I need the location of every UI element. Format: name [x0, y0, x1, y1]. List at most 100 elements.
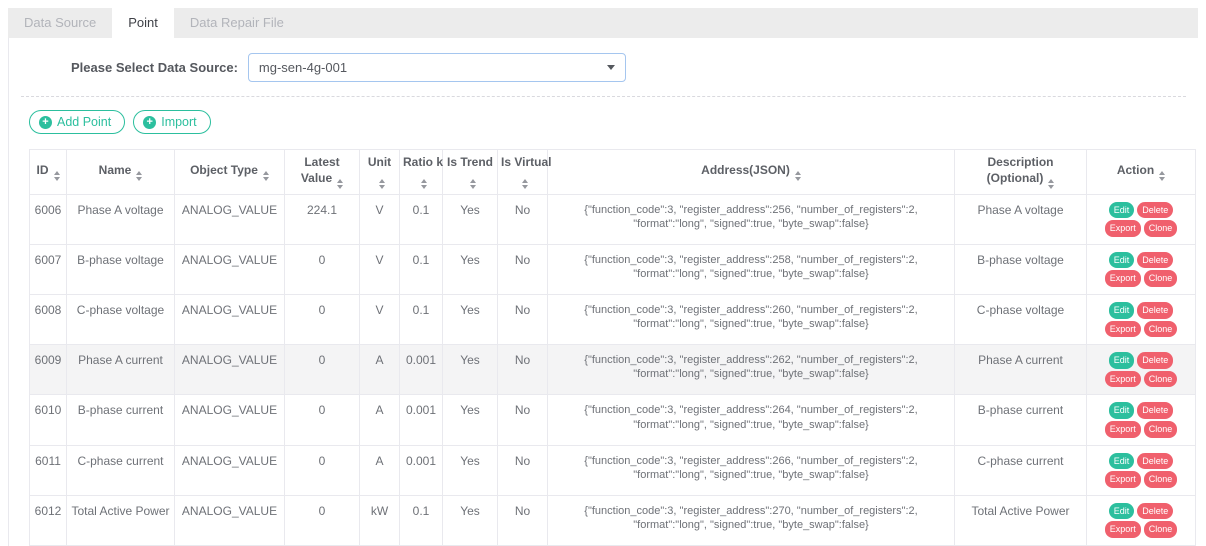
- delete-button[interactable]: Delete: [1137, 202, 1173, 219]
- delete-button[interactable]: Delete: [1137, 302, 1173, 319]
- delete-button[interactable]: Delete: [1137, 402, 1173, 419]
- column-header-unit[interactable]: Unit: [360, 150, 400, 195]
- cell-is-trend: Yes: [443, 395, 498, 445]
- cell-description: B-phase voltage: [955, 244, 1087, 294]
- delete-button[interactable]: Delete: [1137, 453, 1173, 470]
- export-button[interactable]: Export: [1105, 471, 1141, 488]
- cell-action: EditDelete ExportClone: [1087, 395, 1196, 445]
- sort-icon: [470, 179, 476, 189]
- edit-button[interactable]: Edit: [1109, 453, 1135, 470]
- export-button[interactable]: Export: [1105, 521, 1141, 538]
- column-header-ratio-k[interactable]: Ratio k: [400, 150, 443, 195]
- add-point-button[interactable]: + Add Point: [29, 110, 125, 134]
- plus-circle-icon: +: [39, 116, 52, 129]
- edit-button[interactable]: Edit: [1109, 503, 1135, 520]
- cell-description: B-phase current: [955, 395, 1087, 445]
- column-header-label: Unit: [368, 155, 391, 169]
- action-buttons: EditDelete ExportClone: [1090, 352, 1192, 387]
- column-header-is-virtual[interactable]: Is Virtual: [498, 150, 548, 195]
- cell-address-json: {"function_code":3, "register_address":2…: [548, 244, 955, 294]
- delete-button[interactable]: Delete: [1137, 352, 1173, 369]
- data-source-label: Please Select Data Source:: [71, 60, 238, 75]
- cell-ratio-k: 0.1: [400, 244, 443, 294]
- column-header-label: Address(JSON): [701, 163, 790, 177]
- cell-latest-value: 0: [285, 294, 360, 344]
- import-button[interactable]: + Import: [133, 110, 210, 134]
- column-header-id[interactable]: ID: [30, 150, 67, 195]
- clone-button[interactable]: Clone: [1144, 521, 1178, 538]
- cell-ratio-k: 0.1: [400, 294, 443, 344]
- cell-unit: A: [360, 395, 400, 445]
- export-button[interactable]: Export: [1105, 371, 1141, 388]
- action-buttons: EditDeleteExportClone: [1090, 503, 1192, 538]
- export-button[interactable]: Export: [1105, 220, 1141, 237]
- tab-point[interactable]: Point: [112, 8, 174, 38]
- delete-button[interactable]: Delete: [1137, 252, 1173, 269]
- cell-name: Phase A current: [67, 345, 175, 395]
- cell-is-trend: Yes: [443, 495, 498, 545]
- edit-button[interactable]: Edit: [1109, 402, 1135, 419]
- table-row: 6008 C-phase voltage ANALOG_VALUE 0 V 0.…: [30, 294, 1196, 344]
- edit-button[interactable]: Edit: [1109, 252, 1135, 269]
- section-divider: [21, 96, 1186, 97]
- chevron-down-icon: [607, 65, 615, 70]
- tab-data-source[interactable]: Data Source: [8, 8, 112, 38]
- sort-icon: [1048, 179, 1054, 189]
- column-header-action[interactable]: Action: [1087, 150, 1196, 195]
- table-row: 6006 Phase A voltage ANALOG_VALUE 224.1 …: [30, 194, 1196, 244]
- cell-action: EditDeleteExportClone: [1087, 495, 1196, 545]
- column-header-latest-value[interactable]: Latest Value: [285, 150, 360, 195]
- cell-is-trend: Yes: [443, 345, 498, 395]
- cell-address-json: {"function_code":3, "register_address":2…: [548, 495, 955, 545]
- cell-latest-value: 0: [285, 244, 360, 294]
- cell-object-type: ANALOG_VALUE: [175, 445, 285, 495]
- column-header-name[interactable]: Name: [67, 150, 175, 195]
- edit-button[interactable]: Edit: [1109, 352, 1135, 369]
- delete-button[interactable]: Delete: [1137, 503, 1173, 520]
- edit-button[interactable]: Edit: [1109, 202, 1135, 219]
- cell-address-json: {"function_code":3, "register_address":2…: [548, 194, 955, 244]
- column-header-label: Is Virtual: [501, 155, 551, 169]
- cell-action: EditDeleteExportClone: [1087, 445, 1196, 495]
- column-header-label: Action: [1117, 163, 1154, 177]
- cell-unit: kW: [360, 495, 400, 545]
- column-header-label: Is Trend: [447, 155, 493, 169]
- export-button[interactable]: Export: [1105, 321, 1141, 338]
- clone-button[interactable]: Clone: [1144, 220, 1178, 237]
- clone-button[interactable]: Clone: [1144, 321, 1178, 338]
- export-button[interactable]: Export: [1105, 270, 1141, 287]
- add-point-label: Add Point: [57, 115, 111, 129]
- export-button[interactable]: Export: [1105, 421, 1141, 438]
- column-header-address-json[interactable]: Address(JSON): [548, 150, 955, 195]
- column-header-object-type[interactable]: Object Type: [175, 150, 285, 195]
- clone-button[interactable]: Clone: [1144, 270, 1178, 287]
- action-buttons: EditDelete ExportClone: [1090, 302, 1192, 337]
- sort-icon: [337, 179, 343, 189]
- cell-is-virtual: No: [498, 194, 548, 244]
- action-buttons: EditDelete ExportClone: [1090, 402, 1192, 437]
- import-label: Import: [161, 115, 196, 129]
- toolbar: + Add Point + Import: [29, 110, 1198, 134]
- cell-ratio-k: 0.001: [400, 395, 443, 445]
- cell-description: Phase A voltage: [955, 194, 1087, 244]
- column-header-description-optional[interactable]: Description (Optional): [955, 150, 1087, 195]
- column-header-label: Name: [99, 163, 132, 177]
- action-buttons: EditDeleteExportClone: [1090, 453, 1192, 488]
- cell-address-json: {"function_code":3, "register_address":2…: [548, 294, 955, 344]
- cell-id: 6010: [30, 395, 67, 445]
- clone-button[interactable]: Clone: [1144, 421, 1178, 438]
- cell-latest-value: 224.1: [285, 194, 360, 244]
- clone-button[interactable]: Clone: [1144, 471, 1178, 488]
- table-header: ID Name Object TypeLatest Value Unit Ratio k…: [30, 150, 1196, 195]
- edit-button[interactable]: Edit: [1109, 302, 1135, 319]
- sort-icon: [522, 179, 528, 189]
- clone-button[interactable]: Clone: [1144, 371, 1178, 388]
- cell-object-type: ANALOG_VALUE: [175, 495, 285, 545]
- cell-action: EditDelete ExportClone: [1087, 345, 1196, 395]
- column-header-is-trend[interactable]: Is Trend: [443, 150, 498, 195]
- column-header-label: ID: [37, 163, 49, 177]
- data-source-select[interactable]: mg-sen-4g-001: [248, 53, 626, 82]
- tab-data-repair-file[interactable]: Data Repair File: [174, 8, 300, 38]
- cell-object-type: ANALOG_VALUE: [175, 194, 285, 244]
- point-management-page: Data SourcePointData Repair File Please …: [8, 8, 1198, 546]
